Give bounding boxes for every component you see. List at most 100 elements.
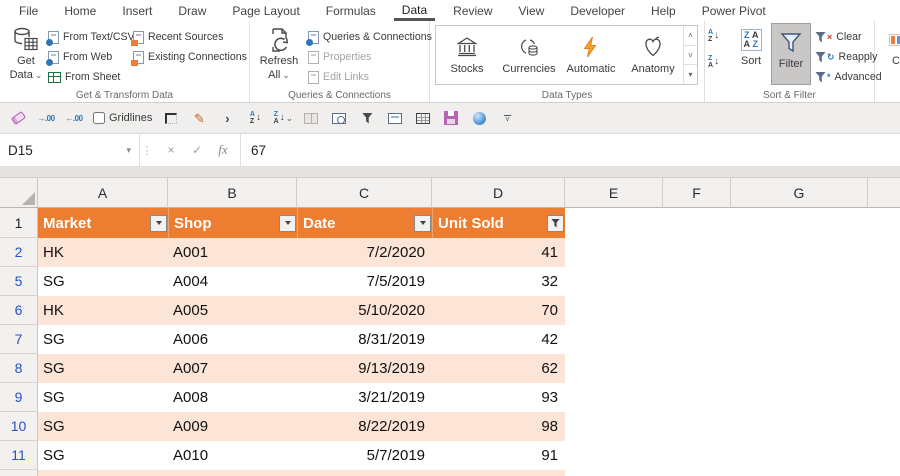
tab-developer[interactable]: Developer — [562, 1, 633, 21]
cell-market[interactable]: SG — [38, 354, 168, 383]
refresh-all-button[interactable]: Refresh All⌄ — [254, 21, 304, 83]
data-type-automatic[interactable]: Automatic — [560, 26, 622, 84]
formula-bar-handle[interactable]: ⋮ — [140, 134, 154, 166]
camera-button[interactable] — [330, 109, 348, 127]
column-header-b[interactable]: B — [168, 178, 297, 208]
gridlines-checkbox[interactable] — [93, 112, 105, 124]
eraser-button[interactable] — [9, 109, 27, 127]
tab-insert[interactable]: Insert — [114, 1, 160, 21]
sort-button[interactable]: ZAAZ Sort — [733, 21, 769, 69]
cell-date[interactable]: 3/21/2019 — [297, 383, 432, 412]
tab-view[interactable]: View — [511, 1, 553, 21]
row-header[interactable]: 6 — [0, 296, 38, 325]
select-all-corner[interactable] — [0, 178, 38, 208]
gallery-more-button[interactable]: ▾ — [684, 65, 697, 84]
from-text-csv-button[interactable]: From Text/CSV — [48, 27, 134, 47]
format-painter-button[interactable]: ✎ — [190, 109, 208, 127]
row-header[interactable]: 7 — [0, 325, 38, 354]
empty-cells[interactable] — [565, 296, 900, 325]
shape-arrow-button[interactable]: › — [218, 109, 236, 127]
cell-units[interactable]: 93 — [432, 383, 565, 412]
insert-function-button[interactable]: fx — [212, 142, 234, 158]
tab-data[interactable]: Data — [394, 0, 435, 21]
tab-draw[interactable]: Draw — [170, 1, 214, 21]
empty-cells[interactable] — [565, 412, 900, 441]
from-web-button[interactable]: From Web — [48, 47, 134, 67]
cell-market[interactable]: SG — [38, 412, 168, 441]
tab-page-layout[interactable]: Page Layout — [224, 1, 307, 21]
cell-market[interactable]: SG — [38, 325, 168, 354]
cell-units[interactable]: 70 — [432, 296, 565, 325]
cell-units[interactable]: 42 — [432, 325, 565, 354]
enter-button[interactable]: ✓ — [186, 143, 208, 157]
gallery-down-button[interactable]: ˅ — [684, 46, 697, 66]
decrease-decimal-button[interactable]: ←.00 — [65, 109, 83, 127]
cell-units[interactable]: 41 — [432, 238, 565, 267]
cell-date[interactable]: 8/22/2019 — [297, 412, 432, 441]
row-header[interactable]: 9 — [0, 383, 38, 412]
cell-date[interactable]: 7/2/2020 — [297, 238, 432, 267]
borders-button[interactable] — [162, 109, 180, 127]
header-cell-unit-sold[interactable]: Unit Sold — [432, 208, 565, 238]
tab-home[interactable]: Home — [56, 1, 104, 21]
row-header[interactable]: 8 — [0, 354, 38, 383]
get-data-button[interactable]: Get Data⌄ — [4, 21, 48, 83]
text-to-columns-button-partial[interactable]: C — [881, 21, 900, 69]
reapply-filter-button[interactable]: ↻Reapply — [815, 47, 875, 67]
from-sheet-button[interactable]: From Sheet — [48, 67, 134, 87]
empty-cells[interactable] — [565, 383, 900, 412]
cancel-button[interactable]: × — [160, 143, 182, 157]
recent-sources-button[interactable]: Recent Sources — [133, 27, 249, 47]
empty-cells[interactable] — [565, 267, 900, 296]
name-box[interactable]: D15 ▾ — [0, 134, 140, 166]
qat-sort-descending-button[interactable]: ZA↓⌄ — [274, 109, 292, 127]
filter-dropdown-market[interactable] — [150, 215, 167, 232]
row-header-1[interactable]: 1 — [0, 208, 38, 238]
cell-units[interactable]: 98 — [432, 412, 565, 441]
filter-button[interactable]: Filter — [771, 23, 811, 85]
column-header-d[interactable]: D — [432, 178, 565, 208]
gallery-up-button[interactable]: ˄ — [684, 26, 697, 46]
row-header[interactable]: 5 — [0, 267, 38, 296]
properties-button[interactable]: Properties — [308, 47, 428, 67]
column-header-c[interactable]: C — [297, 178, 432, 208]
row-header[interactable]: 2 — [0, 238, 38, 267]
cell-units[interactable]: 62 — [432, 354, 565, 383]
empty-cells[interactable] — [565, 238, 900, 267]
filter-dropdown-unit-sold-active[interactable] — [547, 215, 564, 232]
advanced-filter-button[interactable]: *Advanced — [815, 67, 875, 87]
header-cell-shop[interactable]: Shop — [168, 208, 297, 238]
data-type-stocks[interactable]: Stocks — [436, 26, 498, 84]
cell-shop[interactable]: A004 — [168, 267, 297, 296]
column-header-a[interactable]: A — [38, 178, 168, 208]
cell-date[interactable]: 5/10/2020 — [297, 296, 432, 325]
column-header-e[interactable]: E — [565, 178, 663, 208]
clear-filter-button[interactable]: ×Clear — [815, 27, 875, 47]
name-box-dropdown-icon[interactable]: ▾ — [126, 145, 131, 156]
formula-input[interactable]: 67 — [241, 134, 900, 166]
cell-date[interactable]: 7/5/2019 — [297, 267, 432, 296]
qat-sort-ascending-button[interactable]: AZ↓ — [246, 109, 264, 127]
edit-links-button[interactable]: Edit Links — [308, 67, 428, 87]
tab-power-pivot[interactable]: Power Pivot — [694, 1, 774, 21]
tab-help[interactable]: Help — [643, 1, 684, 21]
qat-table-button[interactable] — [414, 109, 432, 127]
tab-formulas[interactable]: Formulas — [318, 1, 384, 21]
filter-dropdown-date[interactable] — [414, 215, 431, 232]
cell-market[interactable]: HK — [38, 296, 168, 325]
row-header[interactable]: 10 — [0, 412, 38, 441]
qat-customize-button[interactable]: ˅ — [498, 109, 516, 127]
cell-shop[interactable]: A001 — [168, 238, 297, 267]
sort-ascending-button[interactable]: AZ↓ — [708, 26, 732, 46]
tab-file[interactable]: File — [11, 1, 46, 21]
cell-units[interactable]: 32 — [432, 267, 565, 296]
data-type-currencies[interactable]: Currencies — [498, 26, 560, 84]
sphere-button[interactable] — [470, 109, 488, 127]
sort-descending-button[interactable]: ZA↓ — [708, 52, 732, 72]
header-cell-market[interactable]: Market — [38, 208, 168, 238]
increase-decimal-button[interactable]: →.00 — [37, 109, 55, 127]
cell-date[interactable]: 9/13/2019 — [297, 354, 432, 383]
column-header-f[interactable]: F — [663, 178, 731, 208]
empty-cells[interactable] — [565, 208, 900, 238]
cell-market[interactable]: SG — [38, 441, 168, 470]
